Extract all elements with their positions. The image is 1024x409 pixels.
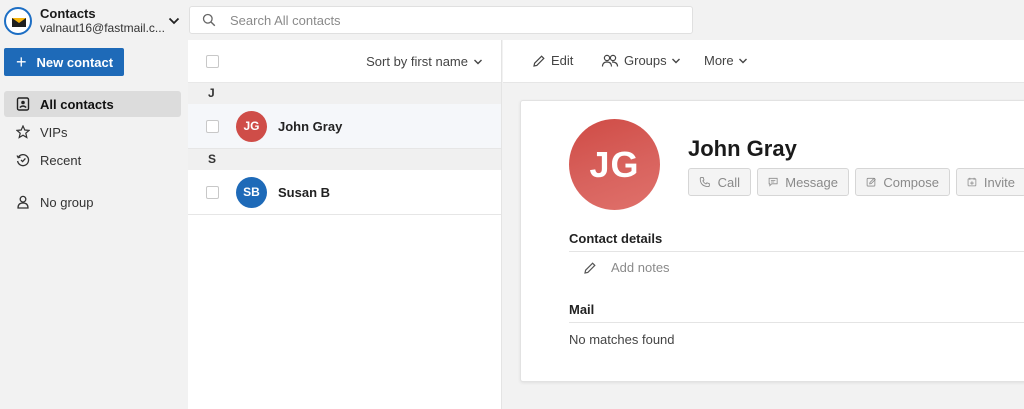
groups-label: Groups — [624, 53, 667, 68]
contact-row-susan-b[interactable]: SB Susan B — [188, 170, 501, 215]
search-icon — [202, 13, 216, 27]
more-button[interactable]: More — [704, 53, 748, 68]
chevron-down-icon[interactable] — [168, 15, 180, 27]
contact-list-panel: Sort by first name J JG John Gray S SB S… — [188, 40, 502, 409]
detail-toolbar: Edit Groups More — [503, 40, 1024, 83]
contact-row-john-gray[interactable]: JG John Gray — [188, 104, 501, 149]
star-icon — [16, 125, 30, 139]
invite-button[interactable]: Invite — [956, 168, 1024, 196]
select-all-checkbox[interactable] — [206, 55, 219, 68]
contact-checkbox[interactable] — [206, 185, 219, 199]
sidebar-item-label: Recent — [40, 152, 82, 168]
list-header: Sort by first name — [188, 40, 501, 83]
divider — [569, 251, 1024, 252]
sidebar-item-all-contacts[interactable]: All contacts — [4, 91, 181, 117]
plus-icon: + — [16, 52, 27, 72]
contact-details-heading: Contact details — [569, 231, 663, 246]
app-title: Contacts — [40, 6, 96, 21]
add-notes-label: Add notes — [611, 260, 670, 275]
sidebar-item-label: No group — [40, 194, 94, 210]
sidebar-item-label: VIPs — [40, 124, 68, 140]
fastmail-logo-icon — [4, 7, 32, 35]
groups-button[interactable]: Groups — [601, 53, 681, 68]
account-email: valnaut16@fastmail.c... — [40, 21, 165, 35]
add-notes-button[interactable]: Add notes — [583, 260, 670, 275]
sort-dropdown[interactable]: Sort by first name — [366, 54, 483, 69]
contact-card: JG John Gray Call Message Compose Invite… — [520, 100, 1024, 382]
recent-clock-icon — [16, 153, 30, 167]
chevron-down-icon — [474, 59, 482, 64]
invite-label: Invite — [983, 174, 1015, 190]
sidebar-item-no-group[interactable]: No group — [4, 189, 181, 215]
call-label: Call — [717, 174, 740, 190]
sidebar-item-vips[interactable]: VIPs — [4, 119, 181, 145]
message-icon — [768, 177, 778, 187]
chevron-down-icon — [671, 58, 680, 63]
message-label: Message — [785, 174, 838, 190]
new-contact-button[interactable]: + New contact — [4, 48, 124, 76]
edit-label: Edit — [551, 53, 574, 68]
chevron-down-icon — [738, 58, 747, 63]
people-icon — [601, 54, 619, 67]
more-label: More — [704, 53, 734, 68]
mail-heading: Mail — [569, 302, 595, 317]
compose-icon — [866, 177, 876, 187]
address-book-icon — [16, 97, 30, 111]
compose-label: Compose — [883, 174, 939, 190]
letter-divider-s: S — [188, 149, 501, 170]
sidebar-item-recent[interactable]: Recent — [4, 147, 181, 173]
pencil-icon — [584, 261, 596, 274]
account-switcher[interactable]: Contacts valnaut16@fastmail.c... — [4, 4, 184, 38]
contact-avatar: JG — [569, 119, 660, 210]
contact-checkbox[interactable] — [206, 119, 219, 133]
avatar: JG — [236, 110, 267, 142]
mail-empty-text: No matches found — [569, 332, 675, 347]
call-button[interactable]: Call — [688, 168, 751, 196]
contact-name-heading: John Gray — [688, 136, 797, 161]
phone-icon — [699, 176, 710, 188]
avatar: SB — [236, 176, 267, 208]
sidebar-item-label: All contacts — [40, 96, 114, 112]
sort-label: Sort by first name — [366, 54, 468, 69]
edit-button[interactable]: Edit — [532, 53, 573, 68]
message-button[interactable]: Message — [757, 168, 849, 196]
search-input[interactable] — [230, 12, 630, 28]
compose-button[interactable]: Compose — [855, 168, 950, 196]
pencil-icon — [533, 54, 545, 67]
person-icon — [17, 195, 29, 209]
sidebar: Contacts valnaut16@fastmail.c... + New c… — [0, 0, 188, 409]
new-contact-label: New contact — [36, 54, 114, 70]
account-info: Contacts valnaut16@fastmail.c... — [40, 6, 165, 36]
contact-name: Susan B — [278, 184, 331, 200]
contact-name: John Gray — [278, 118, 343, 134]
letter-divider-j: J — [188, 83, 501, 104]
divider — [569, 322, 1024, 323]
calendar-icon — [967, 177, 977, 187]
search-bar[interactable] — [189, 6, 693, 34]
